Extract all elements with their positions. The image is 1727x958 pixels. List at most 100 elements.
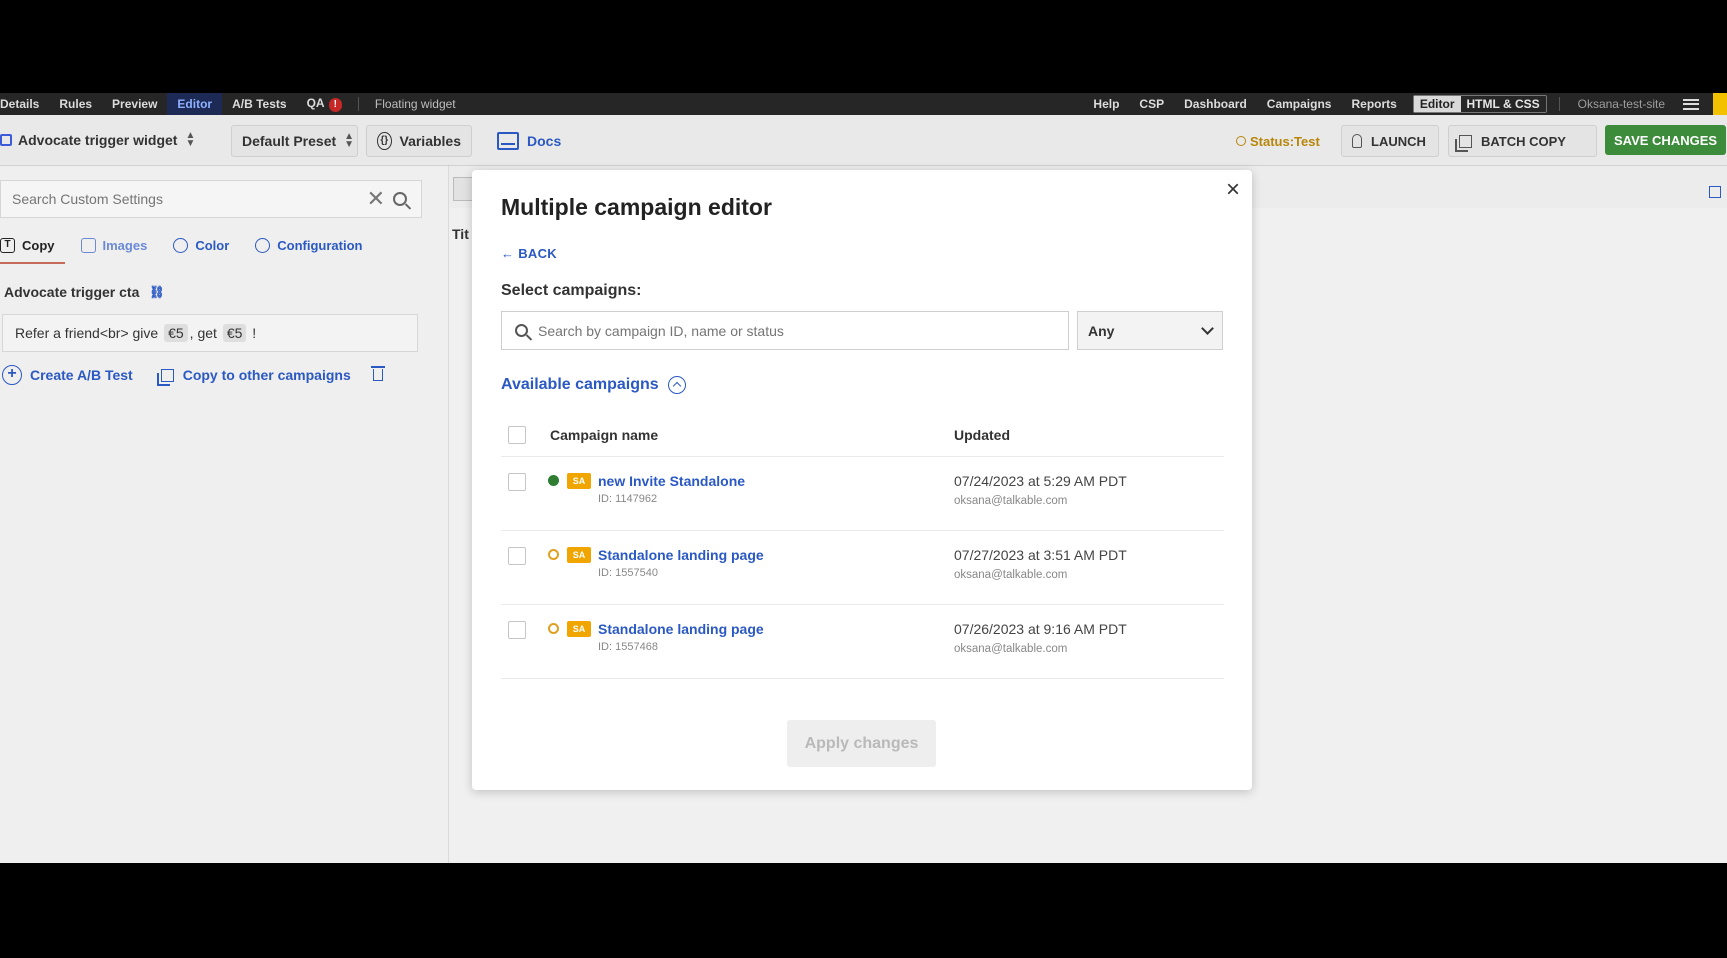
status-filter-select[interactable]: Any — [1077, 311, 1223, 350]
mode-html-css[interactable]: HTML & CSS — [1461, 96, 1546, 112]
nav-qa-label: QA — [306, 96, 325, 110]
settings-panel: ✕ T Copy Images Color Configuration Advoc… — [0, 166, 449, 863]
row-checkbox[interactable] — [508, 547, 526, 565]
widget-icon — [0, 134, 12, 146]
close-icon[interactable]: × — [1226, 178, 1240, 202]
chevron-down-icon — [1201, 322, 1214, 335]
campaign-name-link[interactable]: Standalone landing page — [598, 621, 764, 637]
preset-select[interactable]: Default Preset ▲ ▼ — [231, 125, 358, 157]
nav-campaigns[interactable]: Campaigns — [1257, 97, 1342, 111]
field-text: , get — [189, 325, 221, 341]
account-badge[interactable] — [1713, 93, 1727, 115]
updown-icon: ▲ ▼ — [185, 130, 196, 149]
global-nav: Help CSP Dashboard Campaigns Reports Edi… — [1083, 93, 1727, 115]
plus-circle-icon: + — [2, 365, 22, 385]
campaign-search — [501, 311, 1069, 350]
nav-editor[interactable]: Editor — [167, 93, 223, 115]
updated-cell: 07/26/2023 at 9:16 AM PDT oksana@talkabl… — [954, 605, 1127, 655]
preview-title-fragment: Tit — [452, 226, 469, 242]
nav-ab-tests[interactable]: A/B Tests — [222, 97, 296, 111]
variables-icon: {} — [377, 132, 392, 150]
docs-link[interactable]: Docs — [497, 125, 561, 157]
launch-button[interactable]: LAUNCH — [1341, 125, 1439, 157]
nav-rules[interactable]: Rules — [49, 97, 102, 111]
nav-dashboard[interactable]: Dashboard — [1174, 97, 1257, 111]
row-checkbox[interactable] — [508, 473, 526, 491]
status-filter-value: Any — [1088, 322, 1115, 339]
qa-alert-badge: ! — [328, 98, 342, 112]
back-button[interactable]: ← BACK — [501, 246, 557, 261]
nav-preview[interactable]: Preview — [102, 97, 167, 111]
save-changes-button[interactable]: SAVE CHANGES — [1605, 125, 1727, 155]
campaign-name-link[interactable]: new Invite Standalone — [598, 473, 745, 489]
search-icon[interactable] — [393, 192, 407, 206]
search-icon — [515, 324, 528, 337]
setting-value-field[interactable]: Refer a friend<br> give €5, get €5 ! — [2, 314, 418, 352]
variables-button[interactable]: {} Variables — [366, 125, 472, 157]
select-all-checkbox[interactable] — [508, 426, 526, 444]
batch-copy-label: BATCH COPY — [1481, 133, 1566, 149]
external-link-icon[interactable] — [1709, 186, 1721, 198]
clear-search-icon[interactable]: ✕ — [367, 186, 385, 212]
table-header: Campaign name Updated — [501, 414, 1224, 457]
select-campaigns-label: Select campaigns: — [501, 282, 642, 299]
launch-label: LAUNCH — [1371, 133, 1426, 149]
updated-date: 07/26/2023 at 9:16 AM PDT — [954, 621, 1127, 637]
rocket-icon — [1352, 134, 1362, 148]
delete-button[interactable] — [370, 366, 385, 381]
nav-help[interactable]: Help — [1083, 97, 1129, 111]
campaign-cell: SA Standalone landing page ID: 1557468 — [526, 605, 954, 653]
nav-qa[interactable]: QA! — [297, 96, 352, 112]
campaign-type-badge: SA — [567, 547, 591, 563]
test-status-icon — [548, 623, 559, 634]
updown-icon: ▲ ▼ — [344, 131, 355, 150]
campaign-id: ID: 1557540 — [598, 567, 658, 579]
nav-details[interactable]: Details — [0, 97, 49, 111]
updated-cell: 07/24/2023 at 5:29 AM PDT oksana@talkabl… — [954, 457, 1127, 507]
table-row: SA Standalone landing page ID: 1557468 0… — [501, 605, 1224, 679]
link-icon[interactable]: ⛓ — [149, 285, 164, 299]
live-status-icon — [548, 475, 559, 486]
menu-icon[interactable] — [1683, 98, 1699, 110]
row-checkbox[interactable] — [508, 621, 526, 639]
campaign-type-badge: SA — [567, 473, 591, 489]
campaign-id: ID: 1147962 — [598, 493, 658, 505]
tab-color-label: Color — [195, 237, 230, 253]
status-label: Status:Test — [1250, 133, 1320, 149]
copy-to-other-campaigns-button[interactable]: Copy to other campaigns — [160, 367, 351, 383]
create-ab-test-button[interactable]: + Create A/B Test — [2, 365, 133, 385]
copy-icon — [1459, 134, 1472, 148]
nav-divider — [357, 97, 359, 111]
campaign-name-link[interactable]: Standalone landing page — [598, 547, 764, 563]
apply-changes-button[interactable]: Apply changes — [787, 720, 936, 767]
custom-settings-search-input[interactable] — [1, 190, 367, 208]
test-status-icon — [548, 549, 559, 560]
tab-color[interactable]: Color — [173, 226, 229, 264]
mode-editor[interactable]: Editor — [1413, 96, 1461, 112]
setting-label-text: Advocate trigger cta — [4, 284, 140, 300]
variable-chip[interactable]: €5 — [222, 324, 247, 342]
campaign-search-input[interactable] — [536, 321, 1068, 340]
tab-images-label: Images — [102, 237, 148, 253]
variable-chip[interactable]: €5 — [164, 324, 188, 342]
multiple-campaign-editor-modal: × Multiple campaign editor ← BACK Select… — [472, 170, 1252, 790]
tab-configuration-label: Configuration — [277, 237, 363, 253]
nav-csp[interactable]: CSP — [1129, 97, 1174, 111]
available-campaigns-toggle[interactable]: Available campaigns — [501, 376, 686, 394]
text-icon: T — [0, 237, 15, 253]
field-text: ! — [248, 325, 257, 341]
campaign-cell: SA Standalone landing page ID: 1557540 — [526, 531, 954, 579]
nav-reports[interactable]: Reports — [1341, 97, 1406, 111]
chevron-up-icon — [667, 376, 686, 394]
tab-copy[interactable]: T Copy — [0, 226, 64, 264]
updated-cell: 07/27/2023 at 3:51 AM PDT oksana@talkabl… — [954, 531, 1127, 581]
gear-icon — [255, 237, 271, 253]
tab-configuration[interactable]: Configuration — [255, 226, 362, 264]
column-updated: Updated — [954, 427, 1010, 443]
batch-copy-button[interactable]: BATCH COPY — [1448, 125, 1597, 157]
campaign-nav: Details Rules Preview Editor A/B Tests Q… — [0, 93, 466, 115]
widget-select[interactable]: Advocate trigger widget ▲ ▼ — [0, 127, 195, 153]
tab-images[interactable]: Images — [80, 226, 148, 264]
site-selector[interactable]: Oksana-test-site — [1566, 97, 1677, 111]
top-nav: Details Rules Preview Editor A/B Tests Q… — [0, 93, 1727, 115]
